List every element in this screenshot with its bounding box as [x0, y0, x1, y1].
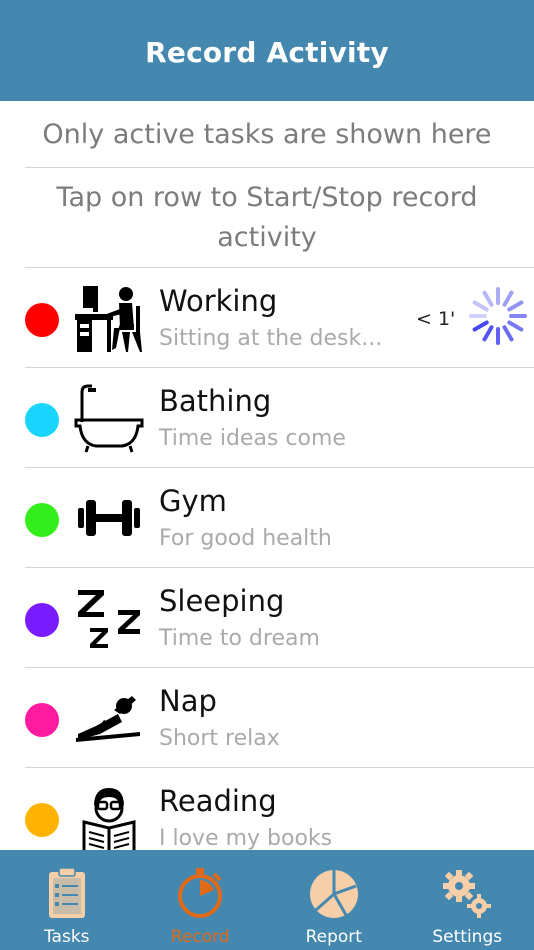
- task-row-sleeping[interactable]: Sleeping Time to dream: [0, 568, 534, 668]
- task-color-dot: [25, 703, 59, 737]
- zzz-icon: [78, 590, 140, 648]
- elapsed-time: < 1': [416, 308, 456, 330]
- desk-worker-icon: [75, 286, 142, 352]
- tab-settings[interactable]: Settings: [401, 850, 534, 950]
- reader-icon: [82, 788, 136, 850]
- task-name: Sleeping: [159, 584, 285, 618]
- gears-icon: [443, 870, 492, 918]
- task-list[interactable]: Working Sitting at the desk... < 1' Bath…: [0, 268, 534, 850]
- task-description: I love my books: [159, 826, 333, 850]
- task-description: Time ideas come: [159, 426, 346, 451]
- divider: [25, 167, 534, 168]
- tab-bar: Tasks Record Report Settings: [0, 850, 534, 950]
- task-name: Nap: [159, 684, 217, 718]
- task-color-dot: [25, 403, 59, 437]
- task-row-working[interactable]: Working Sitting at the desk... < 1': [0, 268, 534, 368]
- page-title: Record Activity: [145, 36, 389, 69]
- task-name: Reading: [159, 784, 277, 818]
- task-description: Sitting at the desk...: [159, 326, 383, 351]
- tab-record[interactable]: Record: [134, 850, 268, 950]
- recording-spinner-icon: [469, 287, 527, 345]
- task-color-dot: [25, 303, 59, 337]
- task-name: Bathing: [159, 384, 272, 418]
- navigation-bar: Record Activity: [0, 0, 534, 101]
- tab-label: Settings: [432, 927, 503, 947]
- tab-label: Report: [305, 927, 362, 947]
- task-description: Time to dream: [159, 626, 320, 651]
- tab-tasks[interactable]: Tasks: [0, 850, 134, 950]
- reclining-person-icon: [76, 696, 140, 742]
- task-color-dot: [25, 803, 59, 837]
- task-name: Gym: [159, 484, 227, 518]
- task-description: Short relax: [159, 726, 280, 751]
- stopwatch-icon: [178, 868, 223, 918]
- task-color-dot: [25, 503, 59, 537]
- bathtub-icon: [74, 384, 144, 453]
- tab-label: Tasks: [43, 927, 90, 947]
- info-active-tasks: Only active tasks are shown here: [42, 119, 492, 150]
- tab-report[interactable]: Report: [267, 850, 401, 950]
- task-color-dot: [25, 603, 59, 637]
- info-tap-instruction: Tap on row to Start/Stop record activity: [56, 182, 478, 253]
- task-row-reading[interactable]: Reading I love my books: [0, 768, 534, 850]
- task-description: For good health: [159, 526, 332, 551]
- clipboard-icon: [48, 867, 85, 918]
- pie-chart-icon: [309, 870, 358, 918]
- task-row-bathing[interactable]: Bathing Time ideas come: [0, 368, 534, 468]
- tab-label: Record: [170, 927, 230, 947]
- task-row-gym[interactable]: Gym For good health: [0, 468, 534, 568]
- task-row-nap[interactable]: Nap Short relax: [0, 668, 534, 768]
- task-name: Working: [159, 284, 278, 318]
- dumbbell-icon: [78, 500, 140, 536]
